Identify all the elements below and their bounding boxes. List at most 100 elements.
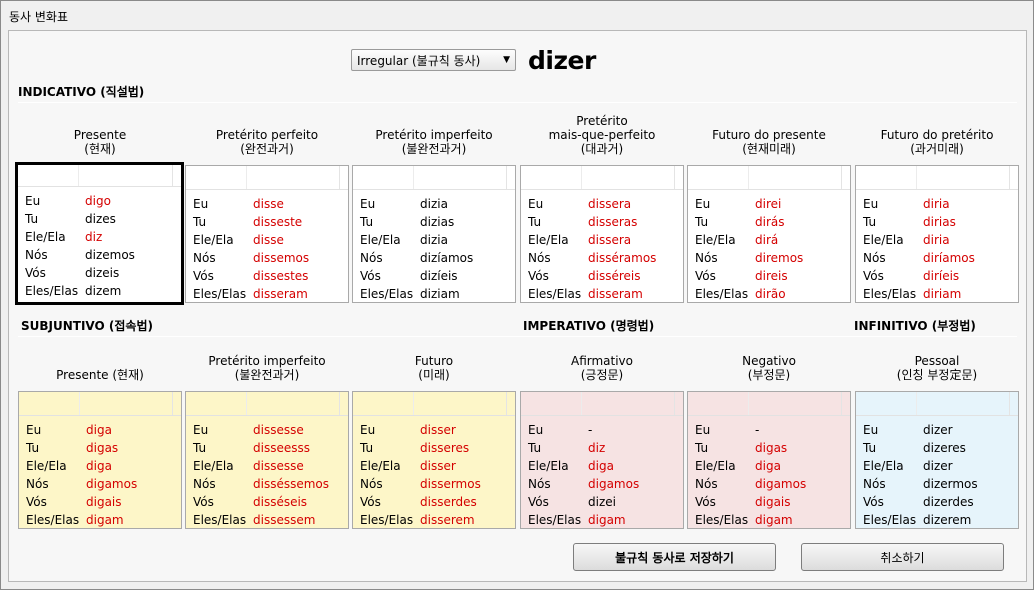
table-row[interactable]: Tu dirias <box>856 213 1018 231</box>
table-row[interactable]: Tu dirás <box>688 213 850 231</box>
verb-form-cell[interactable]: digamos <box>79 477 137 491</box>
table-row[interactable]: Eu disse <box>186 195 348 213</box>
verb-form-cell[interactable]: disséssemos <box>246 477 329 491</box>
table-row[interactable]: Tu dizes <box>18 210 181 228</box>
verb-form-cell[interactable]: dissermos <box>413 477 481 491</box>
table-row[interactable]: Eles/Elas digam <box>688 511 850 529</box>
table-row[interactable]: Eles/Elas digam <box>19 511 181 529</box>
verb-form-cell[interactable]: diremos <box>748 251 803 265</box>
table-row[interactable]: Eu dissera <box>521 195 683 213</box>
table-row[interactable]: Vós dissestes <box>186 267 348 285</box>
conjugation-table[interactable]: Eu direi Tu dirás Ele/Ela dirá Nós diremos Vós di… <box>687 165 851 303</box>
verb-form-cell[interactable]: dizemos <box>78 248 135 262</box>
verb-form-cell[interactable]: dizíeis <box>413 269 458 283</box>
verb-form-cell[interactable]: disseras <box>581 215 637 229</box>
conjugation-table[interactable]: Eu disser Tu disseres Ele/Ela disser Nós disser… <box>352 391 516 529</box>
table-row[interactable]: Eles/Elas dizerem <box>856 511 1018 529</box>
table-row[interactable]: Ele/Ela disser <box>353 457 515 475</box>
conjugation-table[interactable]: Eu digo Tu dizes Ele/Ela diz Nós dizemos Vós dize… <box>15 162 184 305</box>
verb-form-cell[interactable]: diria <box>916 233 950 247</box>
verb-form-cell[interactable]: diga <box>581 459 614 473</box>
verb-form-cell[interactable]: digas <box>748 441 787 455</box>
verb-form-cell[interactable]: digamos <box>581 477 639 491</box>
verb-form-cell[interactable]: disséseis <box>246 495 307 509</box>
verb-form-cell[interactable]: diríamos <box>916 251 975 265</box>
verb-form-cell[interactable]: disser <box>413 423 456 437</box>
table-row[interactable]: Vós dizerdes <box>856 493 1018 511</box>
verb-form-cell[interactable]: dizer <box>916 423 953 437</box>
table-row[interactable]: Vós dizeis <box>18 264 181 282</box>
verb-form-cell[interactable]: digamos <box>748 477 806 491</box>
table-row[interactable]: Eu dizer <box>856 421 1018 439</box>
table-row[interactable]: Nós disséramos <box>521 249 683 267</box>
table-row[interactable]: Nós disséssemos <box>186 475 348 493</box>
verb-form-cell[interactable]: direis <box>748 269 788 283</box>
table-row[interactable]: Eles/Elas disseram <box>186 285 348 303</box>
table-row[interactable]: Eu dissesse <box>186 421 348 439</box>
verb-form-cell[interactable]: dissessem <box>246 513 315 527</box>
table-row[interactable]: Eu - <box>688 421 850 439</box>
table-row[interactable]: Eu dizia <box>353 195 515 213</box>
conjugation-table[interactable]: Eu disse Tu disseste Ele/Ela disse Nós dissemos… <box>185 165 349 303</box>
verb-form-cell[interactable]: digam <box>79 513 124 527</box>
verb-form-cell[interactable]: direi <box>748 197 781 211</box>
verb-form-cell[interactable]: disserem <box>413 513 475 527</box>
table-row[interactable]: Eles/Elas dissessem <box>186 511 348 529</box>
conjugation-table[interactable]: Eu - Tu digas Ele/Ela diga Nós digamos Vós digais… <box>687 391 851 529</box>
verb-form-cell[interactable]: disséreis <box>581 269 640 283</box>
verb-form-cell[interactable]: disseesss <box>246 441 310 455</box>
verb-form-cell[interactable]: diriam <box>916 287 961 301</box>
verb-form-cell[interactable]: dizias <box>413 215 454 229</box>
table-row[interactable]: Ele/Ela dissesse <box>186 457 348 475</box>
table-row[interactable]: Eles/Elas diziam <box>353 285 515 303</box>
table-row[interactable]: Ele/Ela diga <box>688 457 850 475</box>
table-row[interactable]: Eles/Elas disseram <box>521 285 683 303</box>
verb-form-cell[interactable]: digam <box>748 513 793 527</box>
table-row[interactable]: Tu dizeres <box>856 439 1018 457</box>
verb-form-cell[interactable]: digais <box>79 495 122 509</box>
table-row[interactable]: Ele/Ela dizia <box>353 231 515 249</box>
verb-form-cell[interactable]: dissesse <box>246 459 304 473</box>
verb-form-cell[interactable]: digam <box>581 513 626 527</box>
verb-form-cell[interactable]: dissera <box>581 233 631 247</box>
table-row[interactable]: Vós direis <box>688 267 850 285</box>
table-row[interactable]: Vós digais <box>19 493 181 511</box>
verb-form-cell[interactable]: disseram <box>581 287 643 301</box>
table-row[interactable]: Nós digamos <box>521 475 683 493</box>
save-irregular-button[interactable]: 불규칙 동사로 저장하기 <box>573 543 776 571</box>
table-row[interactable]: Vós diríeis <box>856 267 1018 285</box>
verb-form-cell[interactable]: digo <box>78 194 111 208</box>
verb-form-cell[interactable]: dizeres <box>916 441 966 455</box>
verb-form-cell[interactable]: dizer <box>916 459 953 473</box>
table-row[interactable]: Vós disserdes <box>353 493 515 511</box>
table-row[interactable]: Ele/Ela diga <box>521 457 683 475</box>
verb-form-cell[interactable]: disse <box>246 197 284 211</box>
table-row[interactable]: Nós digamos <box>19 475 181 493</box>
conjugation-table[interactable]: Eu dissera Tu disseras Ele/Ela dissera Nós diss… <box>520 165 684 303</box>
table-row[interactable]: Eu direi <box>688 195 850 213</box>
verb-form-cell[interactable]: dizerem <box>916 513 971 527</box>
table-row[interactable]: Tu dizias <box>353 213 515 231</box>
verb-form-cell[interactable]: dizíamos <box>413 251 473 265</box>
table-row[interactable]: Ele/Ela diga <box>19 457 181 475</box>
table-row[interactable]: Eles/Elas dizem <box>18 282 181 300</box>
verb-form-cell[interactable]: - <box>581 423 592 437</box>
verb-form-cell[interactable]: dizem <box>78 284 121 298</box>
table-row[interactable]: Tu disseesss <box>186 439 348 457</box>
table-row[interactable]: Nós diríamos <box>856 249 1018 267</box>
conjugation-table[interactable]: Eu diga Tu digas Ele/Ela diga Nós digamos Vós dig… <box>18 391 182 529</box>
table-row[interactable]: Eles/Elas digam <box>521 511 683 529</box>
verb-form-cell[interactable]: dissesse <box>246 423 304 437</box>
table-row[interactable]: Nós digamos <box>688 475 850 493</box>
table-row[interactable]: Ele/Ela diria <box>856 231 1018 249</box>
table-row[interactable]: Eu - <box>521 421 683 439</box>
verb-form-cell[interactable]: dizia <box>413 233 448 247</box>
table-row[interactable]: Ele/Ela dissera <box>521 231 683 249</box>
table-row[interactable]: Tu disseste <box>186 213 348 231</box>
verb-form-cell[interactable]: dirias <box>916 215 956 229</box>
verb-form-cell[interactable]: dirão <box>748 287 786 301</box>
verb-form-cell[interactable]: dizei <box>581 495 616 509</box>
table-row[interactable]: Nós dissermos <box>353 475 515 493</box>
verb-form-cell[interactable]: dissemos <box>246 251 309 265</box>
conjugation-table[interactable]: Eu dissesse Tu disseesss Ele/Ela dissesse Nós d… <box>185 391 349 529</box>
